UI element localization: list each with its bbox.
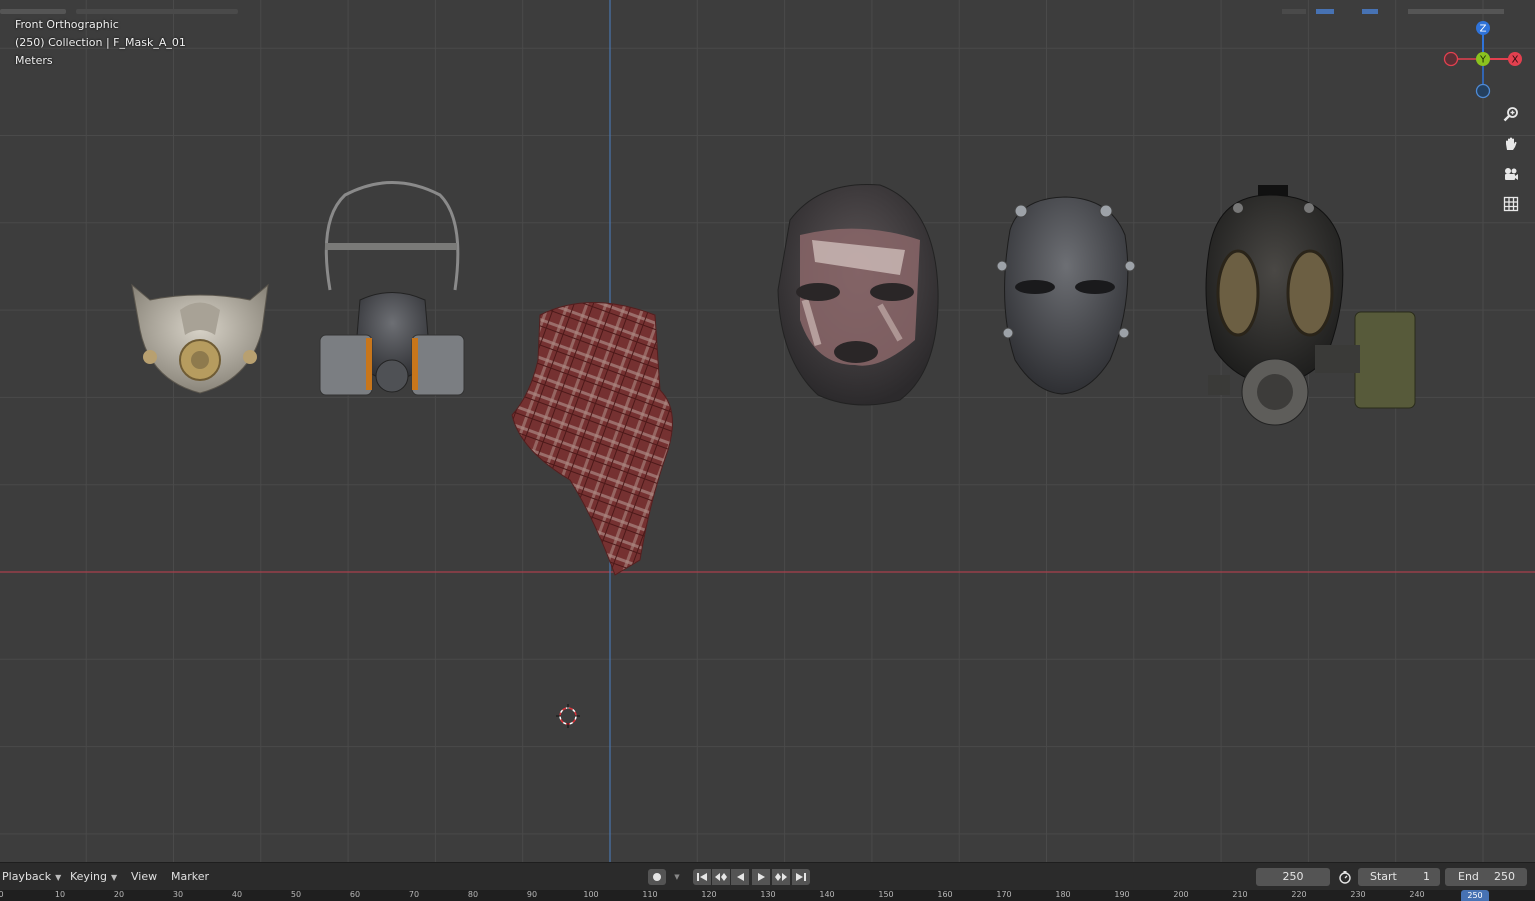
next-keyframe-icon[interactable] — [772, 869, 790, 885]
prev-keyframe-icon[interactable] — [712, 869, 730, 885]
ruler-tick-label: 130 — [760, 890, 776, 899]
current-frame-field[interactable]: 250 — [1256, 868, 1330, 886]
ruler-tick-label: 200 — [1173, 890, 1189, 899]
ruler-tick-label: 240 — [1409, 890, 1425, 899]
3d-cursor-icon[interactable] — [556, 704, 580, 728]
ruler-tick-label: 140 — [819, 890, 835, 899]
record-button[interactable] — [648, 869, 666, 885]
ruler-tick-label: 230 — [1350, 890, 1366, 899]
view-menu[interactable]: View — [131, 869, 157, 885]
dust-mask-object[interactable] — [131, 283, 269, 394]
marker-menu[interactable]: Marker — [171, 869, 209, 885]
ruler-tick-label: 160 — [937, 890, 953, 899]
start-value: 1 — [1423, 870, 1430, 883]
chevron-down-icon: ▼ — [55, 873, 62, 882]
gas-mask-object[interactable] — [1205, 185, 1416, 426]
ruler-tick-label: 100 — [583, 890, 599, 899]
stopwatch-icon[interactable] — [1336, 869, 1354, 885]
ruler-tick-label: 40 — [231, 890, 243, 899]
timeline-ruler[interactable]: 0 10 20 30 40 50 60 70 80 90 100 110 120 130 140 150 160… — [0, 890, 1535, 901]
scarf-object[interactable] — [511, 302, 673, 576]
scene-objects — [131, 181, 1416, 576]
ruler-tick-label: 70 — [408, 890, 420, 899]
ruler-tick-label: 170 — [996, 890, 1012, 899]
ruler-tick-label: 180 — [1055, 890, 1071, 899]
end-label: End — [1458, 870, 1479, 883]
jump-start-icon[interactable] — [693, 869, 711, 885]
balaclava-object[interactable] — [777, 183, 939, 406]
start-label: Start — [1370, 870, 1397, 883]
play-icon[interactable] — [752, 869, 770, 885]
respirator-object[interactable] — [319, 181, 465, 396]
ruler-tick-label: 30 — [172, 890, 184, 899]
ruler-tick-label: 60 — [349, 890, 361, 899]
ruler-tick-label: 220 — [1291, 890, 1307, 899]
ruler-tick-label: 190 — [1114, 890, 1130, 899]
end-frame-field[interactable]: End 250 — [1445, 868, 1527, 886]
keying-menu[interactable]: Keying ▼ — [70, 869, 117, 885]
chevron-down-icon[interactable]: ▼ — [668, 869, 686, 885]
ruler-tick-label: 150 — [878, 890, 894, 899]
chevron-down-icon: ▼ — [110, 873, 118, 882]
playback-menu[interactable]: Playback ▼ — [2, 869, 61, 885]
ruler-tick-label: 10 — [54, 890, 66, 899]
hockey-mask-object[interactable] — [996, 196, 1136, 395]
3d-viewport[interactable]: Front Orthographic (250) Collection | F_… — [0, 0, 1535, 862]
start-frame-field[interactable]: Start 1 — [1358, 868, 1440, 886]
ruler-tick-label: 80 — [467, 890, 479, 899]
ruler-tick-label: 210 — [1232, 890, 1248, 899]
end-value: 250 — [1494, 870, 1515, 883]
play-reverse-icon[interactable] — [731, 869, 749, 885]
ruler-tick-label: 0 — [0, 890, 4, 899]
timeline-header: Playback ▼ Keying ▼ View Marker ▼ 250 Star… — [0, 862, 1535, 891]
ruler-tick-label: 90 — [526, 890, 538, 899]
ruler-tick-label: 20 — [113, 890, 125, 899]
current-frame-indicator[interactable]: 250 — [1461, 890, 1489, 901]
ruler-tick-label: 110 — [642, 890, 658, 899]
ruler-tick-label: 120 — [701, 890, 717, 899]
ruler-tick-label: 50 — [290, 890, 302, 899]
jump-end-icon[interactable] — [792, 869, 810, 885]
